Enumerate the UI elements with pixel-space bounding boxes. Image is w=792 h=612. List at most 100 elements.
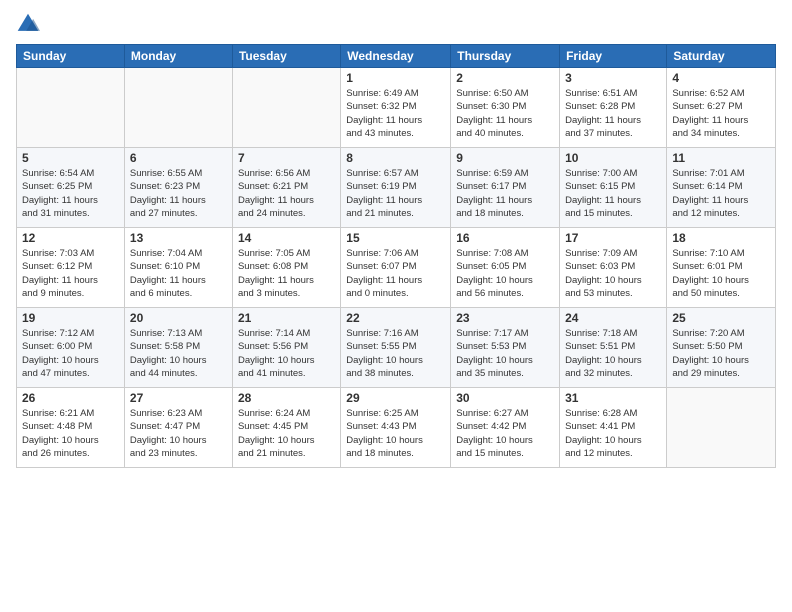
day-info: Sunrise: 7:14 AM Sunset: 5:56 PM Dayligh… xyxy=(238,327,335,380)
day-number: 20 xyxy=(130,311,227,325)
day-info: Sunrise: 7:03 AM Sunset: 6:12 PM Dayligh… xyxy=(22,247,119,300)
page: SundayMondayTuesdayWednesdayThursdayFrid… xyxy=(0,0,792,612)
day-number: 17 xyxy=(565,231,661,245)
calendar-cell: 31Sunrise: 6:28 AM Sunset: 4:41 PM Dayli… xyxy=(560,388,667,468)
calendar-cell: 9Sunrise: 6:59 AM Sunset: 6:17 PM Daylig… xyxy=(451,148,560,228)
day-number: 19 xyxy=(22,311,119,325)
calendar-cell: 12 Sunrise: 7:03 AM Sunset: 6:12 PM Dayli… xyxy=(17,228,125,308)
day-number: 21 xyxy=(238,311,335,325)
calendar-cell: 16 Sunrise: 7:08 AM Sunset: 6:05 PM Dayli… xyxy=(451,228,560,308)
day-info: Sunrise: 6:54 AM Sunset: 6:25 PM Dayligh… xyxy=(22,167,119,220)
calendar-cell: 26 Sunrise: 6:21 AM Sunset: 4:48 PM Dayli… xyxy=(17,388,125,468)
day-info: Sunrise: 7:10 AM Sunset: 6:01 PM Dayligh… xyxy=(672,247,770,300)
calendar-cell: 25 Sunrise: 7:20 AM Sunset: 5:50 PM Dayli… xyxy=(667,308,776,388)
calendar-cell: 4 Sunrise: 6:52 AM Sunset: 6:27 PM Daylig… xyxy=(667,68,776,148)
calendar-cell: 22 Sunrise: 7:16 AM Sunset: 5:55 PM Dayli… xyxy=(341,308,451,388)
calendar-cell: 2Sunrise: 6:50 AM Sunset: 6:30 PM Daylig… xyxy=(451,68,560,148)
week-row-5: 26 Sunrise: 6:21 AM Sunset: 4:48 PM Dayli… xyxy=(17,388,776,468)
day-number: 8 xyxy=(346,151,445,165)
weekday-header-row: SundayMondayTuesdayWednesdayThursdayFrid… xyxy=(17,45,776,68)
day-number: 28 xyxy=(238,391,335,405)
calendar-cell: 13 Sunrise: 7:04 AM Sunset: 6:10 PM Dayli… xyxy=(124,228,232,308)
day-number: 27 xyxy=(130,391,227,405)
weekday-header-sunday: Sunday xyxy=(17,45,125,68)
calendar-cell xyxy=(232,68,340,148)
day-info: Sunrise: 7:18 AM Sunset: 5:51 PM Dayligh… xyxy=(565,327,661,380)
day-info: Sunrise: 7:16 AM Sunset: 5:55 PM Dayligh… xyxy=(346,327,445,380)
calendar-cell: 21 Sunrise: 7:14 AM Sunset: 5:56 PM Dayli… xyxy=(232,308,340,388)
weekday-header-tuesday: Tuesday xyxy=(232,45,340,68)
calendar-cell: 3 Sunrise: 6:51 AM Sunset: 6:28 PM Daylig… xyxy=(560,68,667,148)
day-info: Sunrise: 7:17 AM Sunset: 5:53 PM Dayligh… xyxy=(456,327,554,380)
calendar-cell: 8Sunrise: 6:57 AM Sunset: 6:19 PM Daylig… xyxy=(341,148,451,228)
day-number: 12 xyxy=(22,231,119,245)
day-info: Sunrise: 7:12 AM Sunset: 6:00 PM Dayligh… xyxy=(22,327,119,380)
day-number: 18 xyxy=(672,231,770,245)
weekday-header-thursday: Thursday xyxy=(451,45,560,68)
week-row-2: 5 Sunrise: 6:54 AM Sunset: 6:25 PM Daylig… xyxy=(17,148,776,228)
day-info: Sunrise: 7:09 AM Sunset: 6:03 PM Dayligh… xyxy=(565,247,661,300)
day-number: 24 xyxy=(565,311,661,325)
week-row-3: 12 Sunrise: 7:03 AM Sunset: 6:12 PM Dayli… xyxy=(17,228,776,308)
weekday-header-saturday: Saturday xyxy=(667,45,776,68)
calendar-cell: 5 Sunrise: 6:54 AM Sunset: 6:25 PM Daylig… xyxy=(17,148,125,228)
calendar-cell: 10 Sunrise: 7:00 AM Sunset: 6:15 PM Dayli… xyxy=(560,148,667,228)
calendar-cell: 6Sunrise: 6:55 AM Sunset: 6:23 PM Daylig… xyxy=(124,148,232,228)
day-number: 23 xyxy=(456,311,554,325)
day-number: 13 xyxy=(130,231,227,245)
calendar-cell: 14 Sunrise: 7:05 AM Sunset: 6:08 PM Dayli… xyxy=(232,228,340,308)
day-info: Sunrise: 7:08 AM Sunset: 6:05 PM Dayligh… xyxy=(456,247,554,300)
calendar-cell: 30 Sunrise: 6:27 AM Sunset: 4:42 PM Dayli… xyxy=(451,388,560,468)
day-number: 14 xyxy=(238,231,335,245)
calendar-cell xyxy=(17,68,125,148)
day-number: 25 xyxy=(672,311,770,325)
calendar-cell: 28 Sunrise: 6:24 AM Sunset: 4:45 PM Dayli… xyxy=(232,388,340,468)
day-info: Sunrise: 7:00 AM Sunset: 6:15 PM Dayligh… xyxy=(565,167,661,220)
calendar-cell: 1 Sunrise: 6:49 AM Sunset: 6:32 PM Daylig… xyxy=(341,68,451,148)
day-number: 30 xyxy=(456,391,554,405)
day-number: 31 xyxy=(565,391,661,405)
day-number: 3 xyxy=(565,71,661,85)
day-info: Sunrise: 6:52 AM Sunset: 6:27 PM Dayligh… xyxy=(672,87,770,140)
week-row-1: 1 Sunrise: 6:49 AM Sunset: 6:32 PM Daylig… xyxy=(17,68,776,148)
day-info: Sunrise: 6:24 AM Sunset: 4:45 PM Dayligh… xyxy=(238,407,335,460)
day-info: Sunrise: 6:21 AM Sunset: 4:48 PM Dayligh… xyxy=(22,407,119,460)
calendar-cell: 23 Sunrise: 7:17 AM Sunset: 5:53 PM Dayli… xyxy=(451,308,560,388)
day-info: Sunrise: 7:20 AM Sunset: 5:50 PM Dayligh… xyxy=(672,327,770,380)
calendar: SundayMondayTuesdayWednesdayThursdayFrid… xyxy=(16,44,776,468)
logo-icon xyxy=(16,12,40,36)
day-info: Sunrise: 6:23 AM Sunset: 4:47 PM Dayligh… xyxy=(130,407,227,460)
day-number: 10 xyxy=(565,151,661,165)
calendar-cell xyxy=(124,68,232,148)
header xyxy=(16,12,776,36)
day-number: 22 xyxy=(346,311,445,325)
logo xyxy=(16,12,44,36)
calendar-cell: 18 Sunrise: 7:10 AM Sunset: 6:01 PM Dayli… xyxy=(667,228,776,308)
day-number: 9 xyxy=(456,151,554,165)
day-number: 2 xyxy=(456,71,554,85)
calendar-cell: 24 Sunrise: 7:18 AM Sunset: 5:51 PM Dayli… xyxy=(560,308,667,388)
calendar-cell: 17 Sunrise: 7:09 AM Sunset: 6:03 PM Dayli… xyxy=(560,228,667,308)
weekday-header-monday: Monday xyxy=(124,45,232,68)
week-row-4: 19 Sunrise: 7:12 AM Sunset: 6:00 PM Dayli… xyxy=(17,308,776,388)
day-info: Sunrise: 6:49 AM Sunset: 6:32 PM Dayligh… xyxy=(346,87,445,140)
day-info: Sunrise: 6:25 AM Sunset: 4:43 PM Dayligh… xyxy=(346,407,445,460)
day-info: Sunrise: 7:13 AM Sunset: 5:58 PM Dayligh… xyxy=(130,327,227,380)
day-info: Sunrise: 6:55 AM Sunset: 6:23 PM Dayligh… xyxy=(130,167,227,220)
day-number: 1 xyxy=(346,71,445,85)
calendar-cell: 27 Sunrise: 6:23 AM Sunset: 4:47 PM Dayli… xyxy=(124,388,232,468)
calendar-cell: 20 Sunrise: 7:13 AM Sunset: 5:58 PM Dayli… xyxy=(124,308,232,388)
day-number: 11 xyxy=(672,151,770,165)
day-info: Sunrise: 7:04 AM Sunset: 6:10 PM Dayligh… xyxy=(130,247,227,300)
day-info: Sunrise: 7:05 AM Sunset: 6:08 PM Dayligh… xyxy=(238,247,335,300)
calendar-cell: 19 Sunrise: 7:12 AM Sunset: 6:00 PM Dayli… xyxy=(17,308,125,388)
day-info: Sunrise: 6:27 AM Sunset: 4:42 PM Dayligh… xyxy=(456,407,554,460)
day-number: 15 xyxy=(346,231,445,245)
day-number: 16 xyxy=(456,231,554,245)
day-info: Sunrise: 6:51 AM Sunset: 6:28 PM Dayligh… xyxy=(565,87,661,140)
day-number: 4 xyxy=(672,71,770,85)
day-info: Sunrise: 7:01 AM Sunset: 6:14 PM Dayligh… xyxy=(672,167,770,220)
day-info: Sunrise: 6:56 AM Sunset: 6:21 PM Dayligh… xyxy=(238,167,335,220)
day-number: 26 xyxy=(22,391,119,405)
day-number: 5 xyxy=(22,151,119,165)
